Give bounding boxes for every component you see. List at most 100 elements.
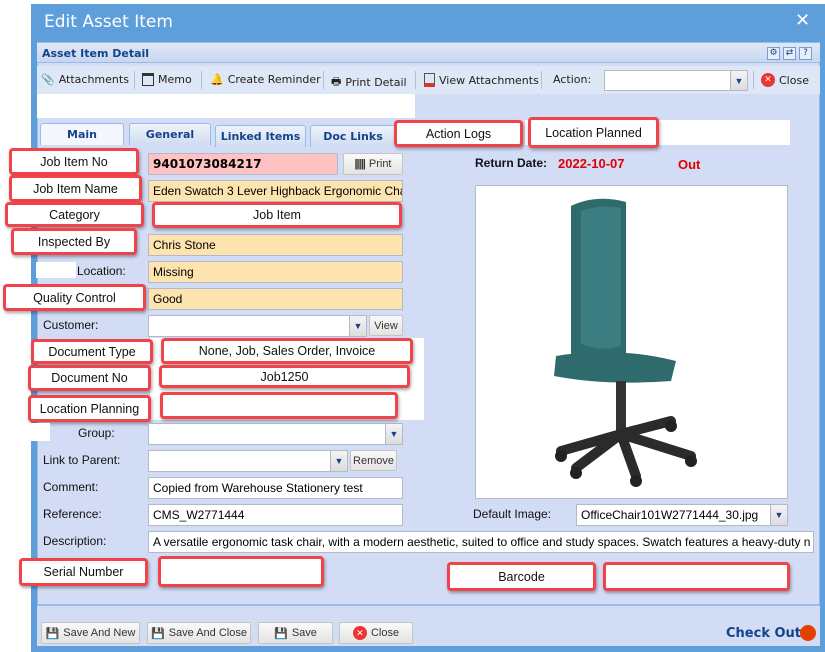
chevron-down-icon[interactable]: ▼ — [770, 505, 787, 525]
document-no-field[interactable]: Job1250 — [159, 365, 410, 388]
customer-label: Customer: — [43, 318, 99, 332]
comment-label: Comment: — [43, 480, 99, 494]
close-icon[interactable]: ✕ — [795, 10, 810, 31]
attachments-button[interactable]: 📎 Attachments — [41, 73, 129, 86]
tab-location-planned[interactable]: Location Planned — [528, 117, 659, 148]
job-item-no-label: Job Item No — [9, 148, 139, 175]
customer-select[interactable]: ▼ — [148, 315, 367, 337]
chevron-down-icon[interactable]: ▼ — [330, 451, 347, 471]
link-to-parent-select[interactable]: ▼ — [148, 450, 348, 472]
blank-region — [37, 94, 415, 118]
toolbar-close-button[interactable]: ✕ Close — [761, 73, 809, 87]
help-icon[interactable]: ? — [799, 47, 812, 60]
group-select[interactable]: ▼ — [148, 423, 403, 445]
group-label: Group: — [78, 426, 115, 440]
tab-doc-links[interactable]: Doc Links — [310, 125, 396, 147]
status-badge: Out — [678, 157, 701, 172]
quality-control-label: Quality Control — [3, 284, 146, 311]
default-image-value: OfficeChair101W2771444_30.jpg — [581, 508, 759, 522]
close-circle-icon: ✕ — [352, 626, 367, 640]
save-button[interactable]: 💾 Save — [258, 622, 333, 644]
blank-region — [18, 423, 50, 441]
description-label: Description: — [43, 534, 107, 548]
document-icon — [424, 73, 435, 87]
printer-icon: 🖶 — [331, 75, 342, 88]
link-to-parent-label: Link to Parent: — [43, 453, 121, 467]
settings-icon[interactable]: ⚙ — [767, 47, 780, 60]
serial-number-field[interactable] — [158, 556, 324, 587]
close-circle-icon: ✕ — [761, 73, 775, 87]
description-field[interactable]: A versatile ergonomic task chair, with a… — [148, 531, 814, 553]
print-label: Print — [368, 158, 392, 170]
view-attachments-button[interactable]: View Attachments — [424, 73, 539, 87]
refresh-icon[interactable]: ⇄ — [783, 47, 796, 60]
job-item-no-field[interactable]: 9401073084217 — [148, 153, 338, 175]
check-out-status-dot — [800, 625, 816, 641]
divider — [541, 71, 542, 89]
location-label: Location: — [77, 264, 126, 278]
save-icon: 💾 — [151, 627, 165, 640]
panel-header — [37, 43, 820, 63]
category-label: Category — [5, 202, 144, 227]
tab-linked-items[interactable]: Linked Items — [215, 125, 306, 147]
divider — [415, 71, 416, 89]
memo-icon — [142, 73, 154, 86]
bell-icon: 🔔 — [210, 73, 224, 86]
create-reminder-label: Create Reminder — [227, 73, 321, 86]
job-item-name-field[interactable]: Eden Swatch 3 Lever Highback Ergonomic C… — [148, 180, 403, 202]
customer-view-button[interactable]: View — [369, 315, 403, 336]
memo-button[interactable]: Memo — [142, 73, 192, 86]
divider — [323, 71, 324, 89]
quality-control-field[interactable]: Good — [148, 288, 403, 310]
category-field[interactable]: Job Item — [152, 202, 402, 228]
paperclip-icon: 📎 — [41, 73, 55, 86]
check-out-label[interactable]: Check Out — [726, 626, 801, 641]
panel-title: Asset Item Detail — [42, 47, 150, 60]
print-detail-label: Print Detail — [345, 76, 407, 89]
location-planning-field[interactable] — [160, 392, 398, 419]
document-type-field[interactable]: None, Job, Sales Order, Invoice — [161, 338, 413, 364]
save-and-new-button[interactable]: 💾 Save And New — [41, 622, 140, 644]
action-label: Action: — [553, 73, 592, 86]
divider — [753, 71, 754, 89]
asset-image — [475, 185, 788, 499]
close-label: Close — [370, 627, 400, 639]
office-chair-image — [554, 198, 697, 487]
barcode-icon: ||||| — [354, 158, 365, 170]
barcode-label: Barcode — [447, 562, 596, 591]
attachments-label: Attachments — [58, 73, 129, 86]
save-icon: 💾 — [45, 627, 60, 640]
return-date-label: Return Date: — [475, 156, 548, 170]
inspected-by-label: Inspected By — [11, 228, 137, 255]
location-planning-label: Location Planning — [28, 395, 151, 422]
action-select[interactable]: ▼ — [604, 70, 748, 91]
document-type-label: Document Type — [31, 339, 153, 364]
remove-parent-button[interactable]: Remove — [350, 450, 397, 471]
print-detail-button[interactable]: 🖶 Print Detail — [331, 73, 407, 92]
chevron-down-icon[interactable]: ▼ — [730, 71, 747, 90]
tab-general[interactable]: General — [129, 123, 211, 145]
inspected-by-field[interactable]: Chris Stone — [148, 234, 403, 256]
blank-region — [36, 262, 76, 278]
barcode-field[interactable] — [603, 562, 790, 591]
reference-field[interactable]: CMS_W2771444 — [148, 504, 403, 526]
save-and-new-label: Save And New — [63, 627, 136, 639]
chevron-down-icon[interactable]: ▼ — [349, 316, 366, 336]
save-label: Save — [291, 627, 317, 639]
return-date-value: 2022-10-07 — [558, 156, 625, 171]
close-button[interactable]: ✕ Close — [339, 622, 413, 644]
memo-label: Memo — [158, 73, 192, 86]
divider — [134, 71, 135, 89]
tab-action-logs[interactable]: Action Logs — [394, 120, 523, 147]
tab-main[interactable]: Main — [40, 123, 124, 145]
save-and-close-label: Save And Close — [168, 627, 247, 639]
print-barcode-button[interactable]: ||||| Print — [343, 153, 403, 175]
save-and-close-button[interactable]: 💾 Save And Close — [147, 622, 251, 644]
default-image-select[interactable]: OfficeChair101W2771444_30.jpg ▼ — [576, 504, 788, 526]
comment-field[interactable]: Copied from Warehouse Stationery test — [148, 477, 403, 499]
chevron-down-icon[interactable]: ▼ — [385, 424, 402, 444]
create-reminder-button[interactable]: 🔔 Create Reminder — [210, 73, 321, 86]
default-image-label: Default Image: — [473, 507, 552, 521]
view-attachments-label: View Attachments — [439, 73, 539, 87]
location-field[interactable]: Missing — [148, 261, 403, 283]
